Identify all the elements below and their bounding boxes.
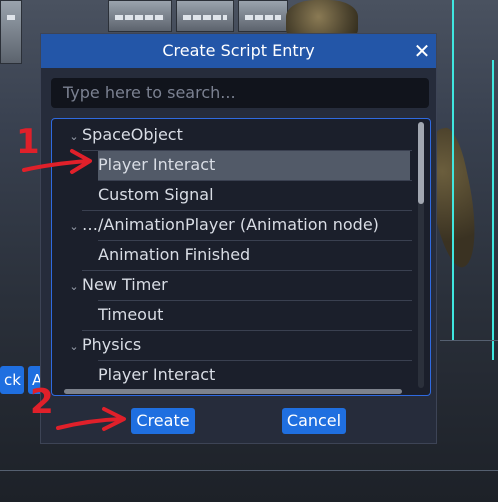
signal-tree: ⌄ SpaceObject Player Interact Custom Sign… xyxy=(51,118,431,396)
close-icon[interactable]: ✕ xyxy=(408,37,436,65)
tree-item-custom-signal[interactable]: Custom Signal xyxy=(98,181,214,209)
vertical-scrollbar[interactable] xyxy=(418,122,424,388)
tree-item-timeout[interactable]: Timeout xyxy=(98,301,163,329)
tree-group-new-timer[interactable]: ⌄ New Timer xyxy=(66,271,167,301)
tree-item-animation-finished[interactable]: Animation Finished xyxy=(98,241,250,269)
vertical-scrollbar-thumb[interactable] xyxy=(418,122,424,204)
grid-line xyxy=(440,340,498,341)
background-machine xyxy=(176,0,234,32)
gizmo-line xyxy=(452,0,454,340)
tree-group-spaceobject[interactable]: ⌄ SpaceObject xyxy=(66,121,182,151)
annotation-step-1: 1 xyxy=(16,122,40,162)
chevron-down-icon[interactable]: ⌄ xyxy=(66,273,82,301)
tree-group-physics[interactable]: ⌄ Physics xyxy=(66,331,141,359)
search-input[interactable]: Type here to search... xyxy=(51,78,429,108)
dialog-title: Create Script Entry xyxy=(162,41,315,60)
tree-group-animationplayer[interactable]: ⌄ …/AnimationPlayer (Animation node) xyxy=(66,211,379,239)
annotation-step-2: 2 xyxy=(30,382,54,422)
create-button[interactable]: Create xyxy=(131,408,195,434)
tree-item-player-interact[interactable]: Player Interact xyxy=(98,151,215,179)
chevron-down-icon[interactable]: ⌄ xyxy=(66,213,82,241)
create-script-entry-dialog: Create Script Entry ✕ Type here to searc… xyxy=(40,33,437,444)
chevron-down-icon[interactable]: ⌄ xyxy=(66,333,82,361)
background-machine xyxy=(238,0,288,32)
chevron-down-icon[interactable]: ⌄ xyxy=(66,123,82,151)
tree-item-player-interact-physics[interactable]: Player Interact xyxy=(98,361,215,389)
grid-line xyxy=(0,470,498,471)
cancel-button[interactable]: Cancel xyxy=(282,408,346,434)
horizontal-scrollbar[interactable] xyxy=(64,389,402,394)
gizmo-line xyxy=(492,60,494,360)
background-machine xyxy=(0,0,22,64)
background-machine xyxy=(108,0,172,32)
background-button[interactable]: ck xyxy=(0,366,24,394)
